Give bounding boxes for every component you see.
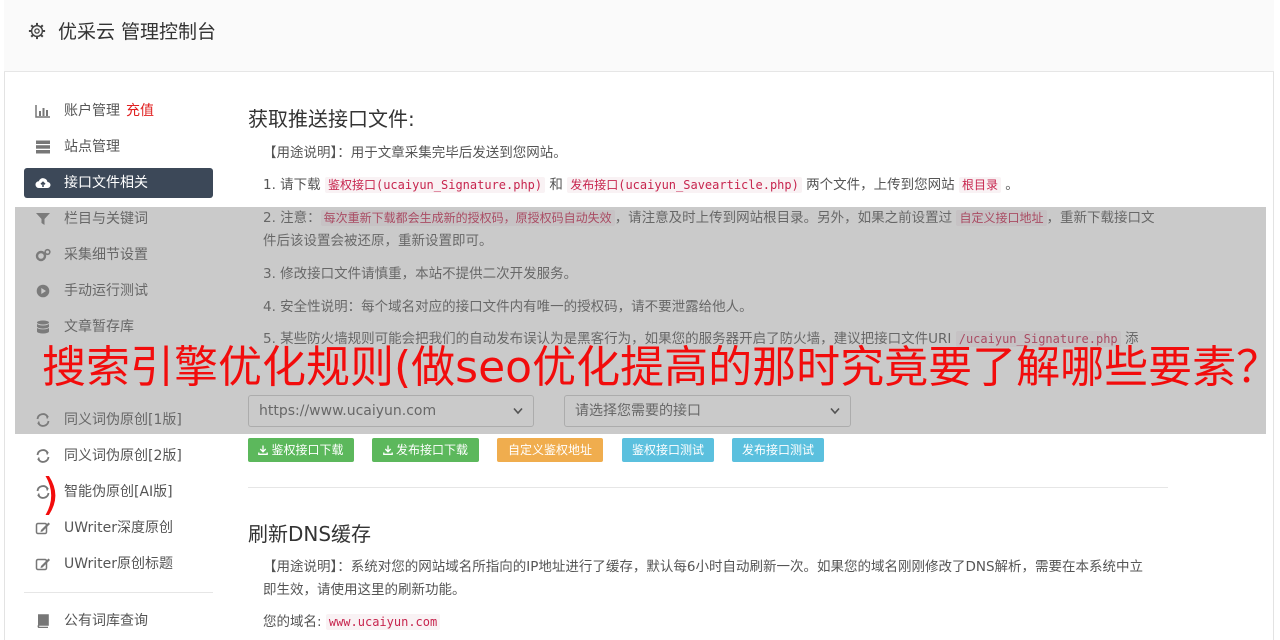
sidebar-item-label: UWriter原创标题 [64, 556, 173, 572]
cloud-upload-icon [35, 178, 51, 189]
download-icon [258, 445, 269, 455]
sidebar-item-label: 接口文件相关 [64, 175, 148, 191]
app-title: 优采云 管理控制台 [58, 21, 217, 43]
root-dir-code: 根目录 [958, 177, 1001, 193]
recharge-link[interactable]: 充值 [126, 103, 154, 119]
sidebar-item-label: 账户管理 [64, 103, 120, 119]
test-publish-button[interactable]: 发布接口测试 [732, 438, 824, 462]
section-title-dns: 刷新DNS缓存 [248, 522, 372, 546]
sidebar-item-api-files[interactable]: 接口文件相关 [24, 168, 213, 198]
sidebar-item-public-lexicon[interactable]: 公有词库查询 [24, 606, 213, 636]
download-publish-button[interactable]: 发布接口下载 [372, 438, 479, 462]
sidebar-item-sites[interactable]: 站点管理 [24, 132, 213, 162]
dns-usage-note: 【用途说明】：系统对您的网站域名所指向的IP地址进行了缓存，默认每6小时自动刷新… [263, 559, 1144, 598]
sidebar-item-account[interactable]: 账户管理 充值 [24, 96, 213, 126]
refresh-icon [36, 449, 50, 463]
bar-chart-icon [35, 105, 50, 118]
signature-file-code: 鉴权接口(ucaiyun_Signature.php) [324, 177, 546, 193]
domain-value: www.ucaiyun.com [325, 614, 441, 630]
section-title-push-api: 获取推送接口文件: [248, 107, 415, 131]
overlay-headline-tail: ) [42, 469, 60, 520]
sidebar-item-label: 公有词库查询 [64, 613, 148, 629]
domain-row: 您的域名: www.ucaiyun.com [263, 611, 1158, 634]
server-icon [36, 140, 50, 154]
sidebar-divider [24, 592, 213, 593]
custom-auth-url-button[interactable]: 自定义鉴权地址 [497, 438, 603, 462]
gear-icon [28, 22, 46, 40]
download-signature-button[interactable]: 鉴权接口下载 [248, 438, 354, 462]
sidebar-item-label: 智能伪原创[AI版] [64, 484, 173, 500]
top-bar: 优采云 管理控制台 [4, 0, 1274, 72]
overlay-headline: 搜索引擎优化规则(做seo优化提高的那时究竟要了解哪些要素？ [42, 342, 1280, 393]
step-1: 1. 请下载 鉴权接口(ucaiyun_Signature.php) 和 发布接… [263, 177, 1019, 193]
edit-icon [35, 558, 50, 571]
sidebar-item-label: 同义词伪原创[2版] [64, 448, 182, 464]
test-signature-button[interactable]: 鉴权接口测试 [622, 438, 714, 462]
sidebar-item-label: UWriter深度原创 [64, 520, 173, 536]
usage-note: 【用途说明】：用于文章采集完毕后发送到您网站。 [263, 145, 567, 161]
download-icon [383, 445, 393, 455]
sidebar-item-label: 站点管理 [64, 139, 120, 155]
sidebar-item-uwriter-title[interactable]: UWriter原创标题 [24, 549, 213, 579]
savearticle-file-code: 发布接口(ucaiyun_Savearticle.php) [567, 177, 802, 193]
dim-overlay [15, 207, 1266, 434]
section-divider [248, 487, 1168, 488]
book-icon [37, 614, 49, 628]
